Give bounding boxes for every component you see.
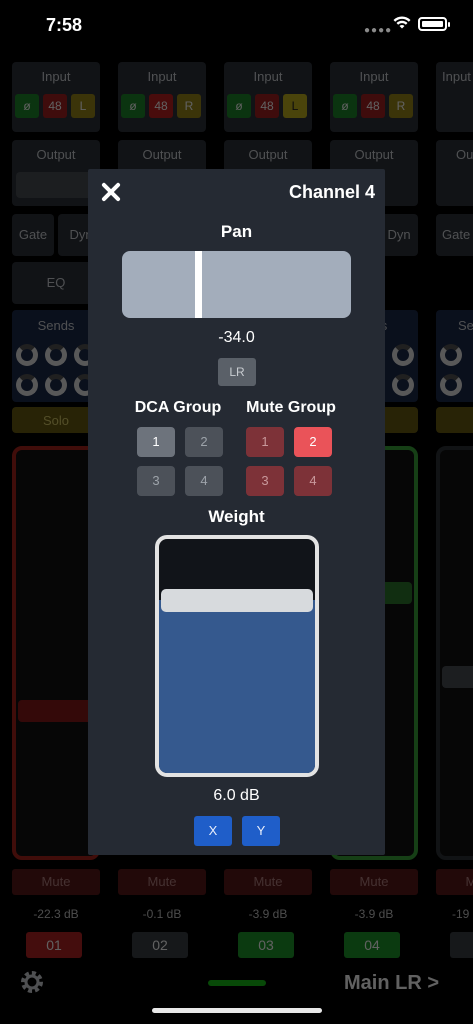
phase-chip[interactable]: ø <box>121 94 145 118</box>
modal-title: Channel 4 <box>288 182 375 202</box>
channel-strip: Input ø 48 L Output Gate Dyn EQ Sends So… <box>12 54 100 964</box>
pan-slider[interactable] <box>122 251 351 318</box>
solo-button[interactable] <box>436 407 473 433</box>
phantom-48v-chip[interactable]: 48 <box>149 94 173 118</box>
weight-fader[interactable] <box>155 535 319 777</box>
output-label: Output <box>142 147 182 162</box>
channel-settings-modal: Channel 4 Pan -34.0 LR DCA Group Mute Gr… <box>88 169 385 855</box>
y-button[interactable]: Y <box>242 816 280 846</box>
channel-number[interactable]: 02 <box>132 932 188 958</box>
phase-chip[interactable]: ø <box>227 94 251 118</box>
send-knob[interactable] <box>392 344 414 366</box>
channel-number[interactable]: 03 <box>238 932 294 958</box>
send-knob[interactable] <box>392 374 414 396</box>
output-slider[interactable] <box>16 172 96 198</box>
phase-chip[interactable]: ø <box>15 94 39 118</box>
pan-handle[interactable] <box>195 251 202 318</box>
gate-label: Gate <box>18 227 48 242</box>
home-indicator[interactable] <box>152 1008 322 1013</box>
send-knob[interactable] <box>45 344 67 366</box>
solo-label: Solo <box>42 413 70 428</box>
mute-button[interactable]: Mute <box>118 869 206 895</box>
channel-level: -0.1 dB <box>142 907 182 921</box>
side-chip[interactable]: L <box>71 94 95 118</box>
sends-label: Se <box>458 318 473 333</box>
send-knob[interactable] <box>440 374 462 396</box>
lr-button[interactable]: LR <box>218 358 256 386</box>
channel-strip: Input Ou Gate Se Mute -19 <box>436 54 473 964</box>
status-time: 7:58 <box>46 15 83 35</box>
output-label: Output <box>354 147 394 162</box>
status-bar: 7:58 ●●●● <box>0 0 473 54</box>
mute-group-button-3[interactable]: 3 <box>246 466 284 496</box>
input-label: Input <box>147 69 177 84</box>
output-label: Output <box>36 147 76 162</box>
phantom-48v-chip[interactable]: 48 <box>43 94 67 118</box>
send-knob[interactable] <box>440 344 462 366</box>
x-button[interactable]: X <box>194 816 232 846</box>
phantom-48v-chip[interactable]: 48 <box>361 94 385 118</box>
channel-fader[interactable] <box>12 446 100 860</box>
input-label: Input <box>359 69 389 84</box>
input-label: Input <box>253 69 283 84</box>
send-knob[interactable] <box>16 344 38 366</box>
channel-level: -19 <box>452 907 470 921</box>
output-label: Output <box>248 147 288 162</box>
dca-group-button-3[interactable]: 3 <box>137 466 175 496</box>
wifi-icon <box>393 16 411 29</box>
dyn-label: Dyn <box>387 227 411 242</box>
phase-chip[interactable]: ø <box>333 94 357 118</box>
mute-group-title: Mute Group <box>246 399 336 416</box>
channel-fader[interactable] <box>436 446 473 860</box>
eq-label: EQ <box>46 275 66 290</box>
mute-group-button-1[interactable]: 1 <box>246 427 284 457</box>
gear-icon[interactable] <box>18 968 46 996</box>
mute-group-button-2[interactable]: 2 <box>294 427 332 457</box>
weight-fill <box>159 600 315 773</box>
send-knob[interactable] <box>45 374 67 396</box>
close-icon[interactable] <box>100 181 122 203</box>
mute-button[interactable]: Mute <box>436 869 473 895</box>
fader-cap[interactable] <box>442 666 473 688</box>
weight-title: Weight <box>208 507 265 526</box>
send-knob[interactable] <box>16 374 38 396</box>
sends-label: Sends <box>37 318 75 333</box>
battery-icon <box>418 17 450 31</box>
channel-level: -22.3 dB <box>33 907 79 921</box>
phantom-48v-chip[interactable]: 48 <box>255 94 279 118</box>
dca-group-title: DCA Group <box>134 399 222 416</box>
pan-value: -34.0 <box>218 329 255 346</box>
page-indicator <box>208 980 266 986</box>
channel-number[interactable]: 04 <box>344 932 400 958</box>
mute-group-button-4[interactable]: 4 <box>294 466 332 496</box>
signal-dots-icon: ●●●● <box>364 25 393 36</box>
mute-button[interactable]: Mute <box>12 869 100 895</box>
dca-group-button-2[interactable]: 2 <box>185 427 223 457</box>
pan-title: Pan <box>220 222 253 241</box>
dca-group-button-4[interactable]: 4 <box>185 466 223 496</box>
weight-fader-cap[interactable] <box>161 589 313 612</box>
channel-level: -3.9 dB <box>248 907 288 921</box>
side-chip[interactable]: R <box>389 94 413 118</box>
input-label: Input <box>41 69 71 84</box>
fader-cap[interactable] <box>18 700 94 722</box>
output-label: Ou <box>456 147 473 162</box>
weight-value: 6.0 dB <box>213 787 260 804</box>
gate-label: Gate <box>442 227 471 242</box>
channel-number[interactable]: 01 <box>26 932 82 958</box>
side-chip[interactable]: R <box>177 94 201 118</box>
mute-button[interactable]: Mute <box>224 869 312 895</box>
side-chip[interactable]: L <box>283 94 307 118</box>
main-lr-link[interactable]: Main LR > <box>344 972 439 995</box>
channel-level: -3.9 dB <box>354 907 394 921</box>
channel-number[interactable] <box>450 932 473 958</box>
mute-button[interactable]: Mute <box>330 869 418 895</box>
dca-group-button-1[interactable]: 1 <box>137 427 175 457</box>
input-label: Input <box>442 69 471 84</box>
